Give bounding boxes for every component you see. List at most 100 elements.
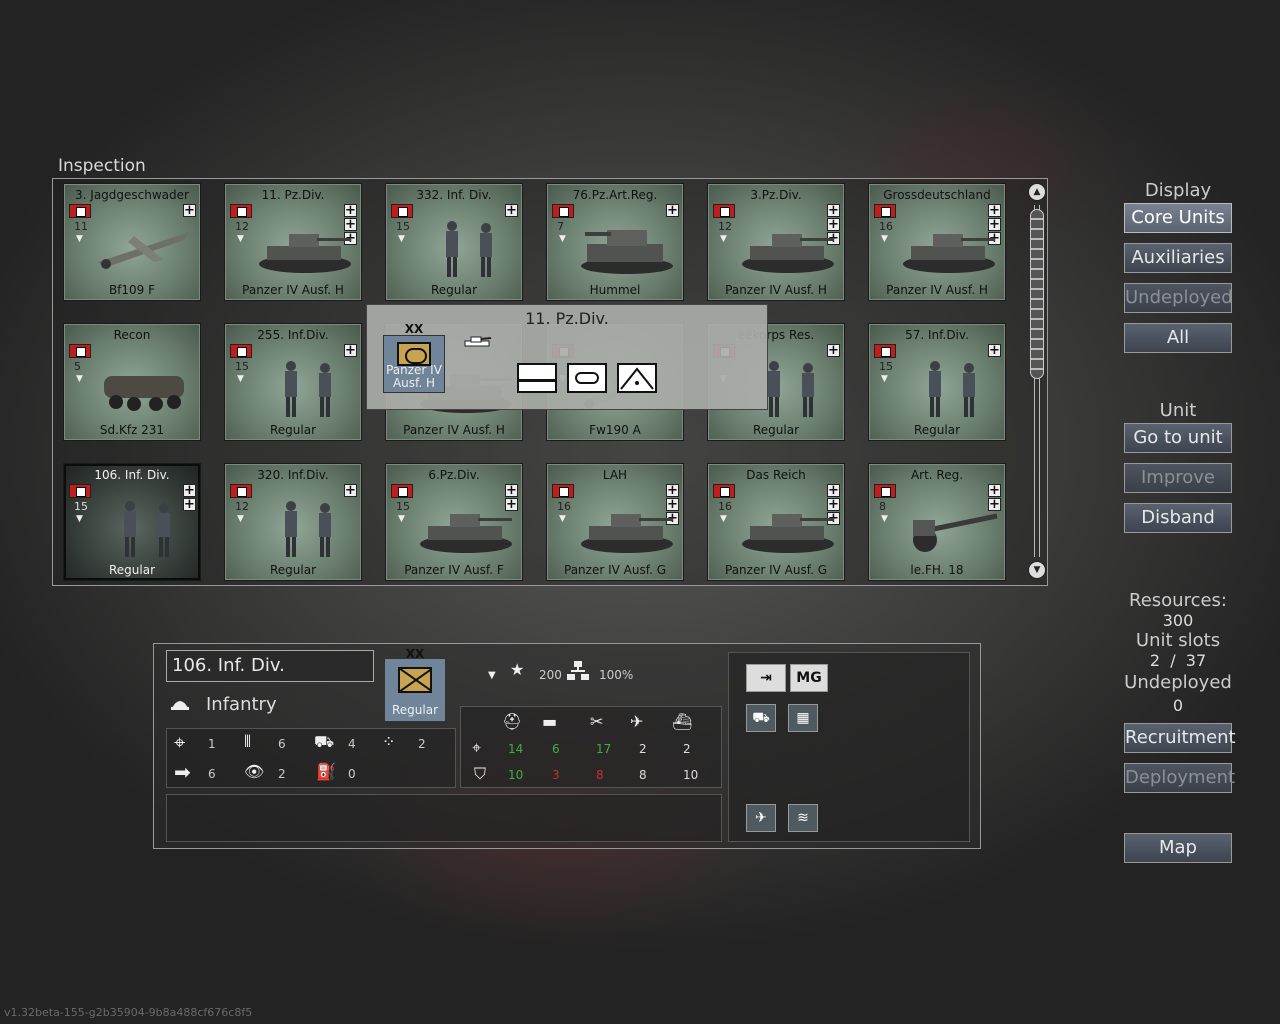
upgrade-plus-icon[interactable]: + [505, 204, 518, 217]
unit-card[interactable]: Recon 5 ▼ Sd.Kfz 231 [63, 323, 201, 441]
defense-soft-value: 10 [508, 768, 524, 782]
resources-label: Resources: [1129, 590, 1227, 611]
tank-image [742, 234, 834, 273]
disband-button[interactable]: Disband [1124, 503, 1232, 533]
infantry-image [285, 361, 331, 417]
upgrade-plus-icon[interactable]: + [827, 204, 840, 217]
core-units-button[interactable]: Core Units [1124, 203, 1232, 233]
unit-tooltip: 11. Pz.Div. XX Panzer IV Ausf. H [366, 304, 768, 410]
upgrade-plus-icon[interactable]: + [505, 484, 518, 497]
naval-transport-icon[interactable]: ≋ [788, 804, 818, 832]
upgrade-plus-icon[interactable]: + [666, 204, 679, 217]
echelon-marker: XX [405, 647, 425, 661]
chevron-rank-icon: ▼ [488, 670, 496, 681]
unit-card-name: 320. Inf.Div. [257, 468, 329, 482]
upgrade-plus-icon[interactable]: + [827, 344, 840, 357]
tooltip-unit-counter: XX Panzer IV Ausf. H [383, 322, 445, 393]
faction-flag-icon [69, 484, 91, 498]
faction-flag-icon [874, 344, 896, 358]
attack-air-value: 2 [639, 742, 647, 756]
movement-arrow-icon: ➡ [174, 760, 191, 784]
upgrade-plus-icon[interactable]: + [183, 204, 196, 217]
unit-strength: 15 [396, 500, 410, 513]
unit-card-type: Panzer IV Ausf. G [725, 563, 827, 577]
unit-card-name: Art. Reg. [910, 468, 964, 482]
air-transport-icon[interactable]: ✈ [746, 804, 776, 832]
unit-slots-total: 37 [1185, 651, 1207, 670]
unit-card[interactable]: 11. Pz.Div.12▼+++Panzer IV Ausf. H [224, 183, 362, 301]
unit-card-type: Regular [430, 283, 478, 297]
unit-card[interactable]: Grossdeutschland16▼+++Panzer IV Ausf. H [868, 183, 1006, 301]
version-text: v1.32beta-155-g2b35904-9b8a488cf676c8f5 [4, 1006, 253, 1019]
rank-chevron-icon: ▼ [559, 514, 566, 524]
unit-card-type: Sd.Kfz 231 [99, 423, 165, 437]
deployment-button[interactable]: Deployment [1124, 763, 1235, 793]
all-button[interactable]: All [1124, 323, 1232, 353]
attack-crosshair-icon: ⌖ [472, 738, 482, 757]
rank-chevron-icon: ▼ [76, 374, 83, 384]
undeployed-count-label: Undeployed [1124, 672, 1232, 693]
attack-hard-value: 6 [552, 742, 560, 756]
auxiliaries-button[interactable]: Auxiliaries [1124, 243, 1232, 273]
faction-flag-icon [874, 204, 896, 218]
unit-card[interactable]: 6.Pz.Div. 15 ▼ + + Panzer IV Ausf. F [385, 463, 523, 581]
upgrade-plus-icon[interactable]: + [988, 484, 1001, 497]
spg-image [581, 230, 673, 274]
unit-card[interactable]: 332. Inf. Div. 15 ▼ + Regular [385, 183, 523, 301]
unit-slots-used: 2 [1149, 651, 1161, 670]
scroll-thumb[interactable] [1030, 209, 1044, 379]
improve-button[interactable]: Improve [1124, 463, 1232, 493]
unit-card[interactable]: 57. Inf.Div. 15 ▼ + Regular [868, 323, 1006, 441]
unit-name-field[interactable]: 106. Inf. Div. [166, 650, 374, 682]
upgrade-plus-icon[interactable]: + [344, 204, 357, 217]
unit-card[interactable]: 320. Inf.Div. 12 ▼ + Regular [224, 463, 362, 581]
unit-card[interactable]: LAH16▼+++Panzer IV Ausf. G [546, 463, 684, 581]
infantry-image [446, 221, 492, 277]
grid-scrollbar[interactable]: ▲ ▼ [1028, 183, 1046, 579]
upgrade-plus-icon[interactable]: + [988, 344, 1001, 357]
go-to-unit-button[interactable]: Go to unit [1124, 423, 1232, 453]
unit-card-name: 57. Inf.Div. [905, 328, 969, 342]
map-button[interactable]: Map [1124, 833, 1232, 863]
dismount-arrow-icon[interactable]: ⇥ [746, 664, 786, 692]
unit-card[interactable]: 255. Inf.Div. 15 ▼ + Regular [224, 323, 362, 441]
unit-slots-separator: / [1170, 651, 1176, 670]
defense-artillery-value: 8 [596, 768, 604, 782]
unit-card-name: 76.Pz.Art.Reg. [572, 188, 658, 202]
armor-symbol-icon [567, 363, 607, 393]
scroll-down-button[interactable]: ▼ [1028, 561, 1046, 579]
unit-card[interactable]: 106. Inf. Div. 15 ▼ + + Regular [63, 463, 201, 581]
unit-card-name: 3. Jagdgeschwader [75, 188, 189, 202]
vehicle-ability-icon[interactable]: ⛟ [746, 704, 776, 732]
unit-card[interactable]: Das Reich16▼+++Panzer IV Ausf. G [707, 463, 845, 581]
unit-strength: 16 [879, 220, 893, 233]
faction-flag-icon [391, 204, 413, 218]
undeployed-button[interactable]: Undeployed [1124, 283, 1233, 313]
transport-value: 4 [348, 737, 356, 751]
upgrade-plus-icon[interactable]: + [827, 484, 840, 497]
upgrade-plus-icon[interactable]: + [183, 484, 196, 497]
upgrade-plus-icon[interactable]: + [988, 204, 1001, 217]
unit-card-type: Regular [269, 563, 317, 577]
hard-target-icon: ▬ [542, 712, 558, 731]
resources-value: 300 [1162, 611, 1194, 630]
building-ability-icon[interactable]: ▦ [788, 704, 818, 732]
unit-card[interactable]: 3. Jagdgeschwader 11 ▼ + Bf109 F [63, 183, 201, 301]
attack-soft-value: 14 [508, 742, 524, 756]
unit-card[interactable]: 76.Pz.Art.Reg. 7 ▼ + Hummel [546, 183, 684, 301]
upgrade-plus-icon[interactable]: + [344, 484, 357, 497]
unit-strength: 15 [235, 360, 249, 373]
scroll-up-button[interactable]: ▲ [1028, 183, 1046, 201]
unit-slots-label: Unit slots [1135, 630, 1221, 651]
undeployed-count-value: 0 [1172, 696, 1184, 715]
unit-card-name: 106. Inf. Div. [94, 468, 170, 482]
mg-ability-icon[interactable]: MG [790, 664, 828, 692]
unit-card[interactable]: 3.Pz.Div.12▼+++Panzer IV Ausf. H [707, 183, 845, 301]
unit-card[interactable]: Art. Reg. 8 ▼ + + le.FH. 18 [868, 463, 1006, 581]
upgrade-plus-icon[interactable]: + [344, 344, 357, 357]
unit-strength: 16 [718, 500, 732, 513]
recruitment-button[interactable]: Recruitment [1124, 723, 1236, 753]
upgrade-plus-icon[interactable]: + [666, 484, 679, 497]
unit-strength: 15 [879, 360, 893, 373]
spotting-value: 1 [208, 737, 216, 751]
